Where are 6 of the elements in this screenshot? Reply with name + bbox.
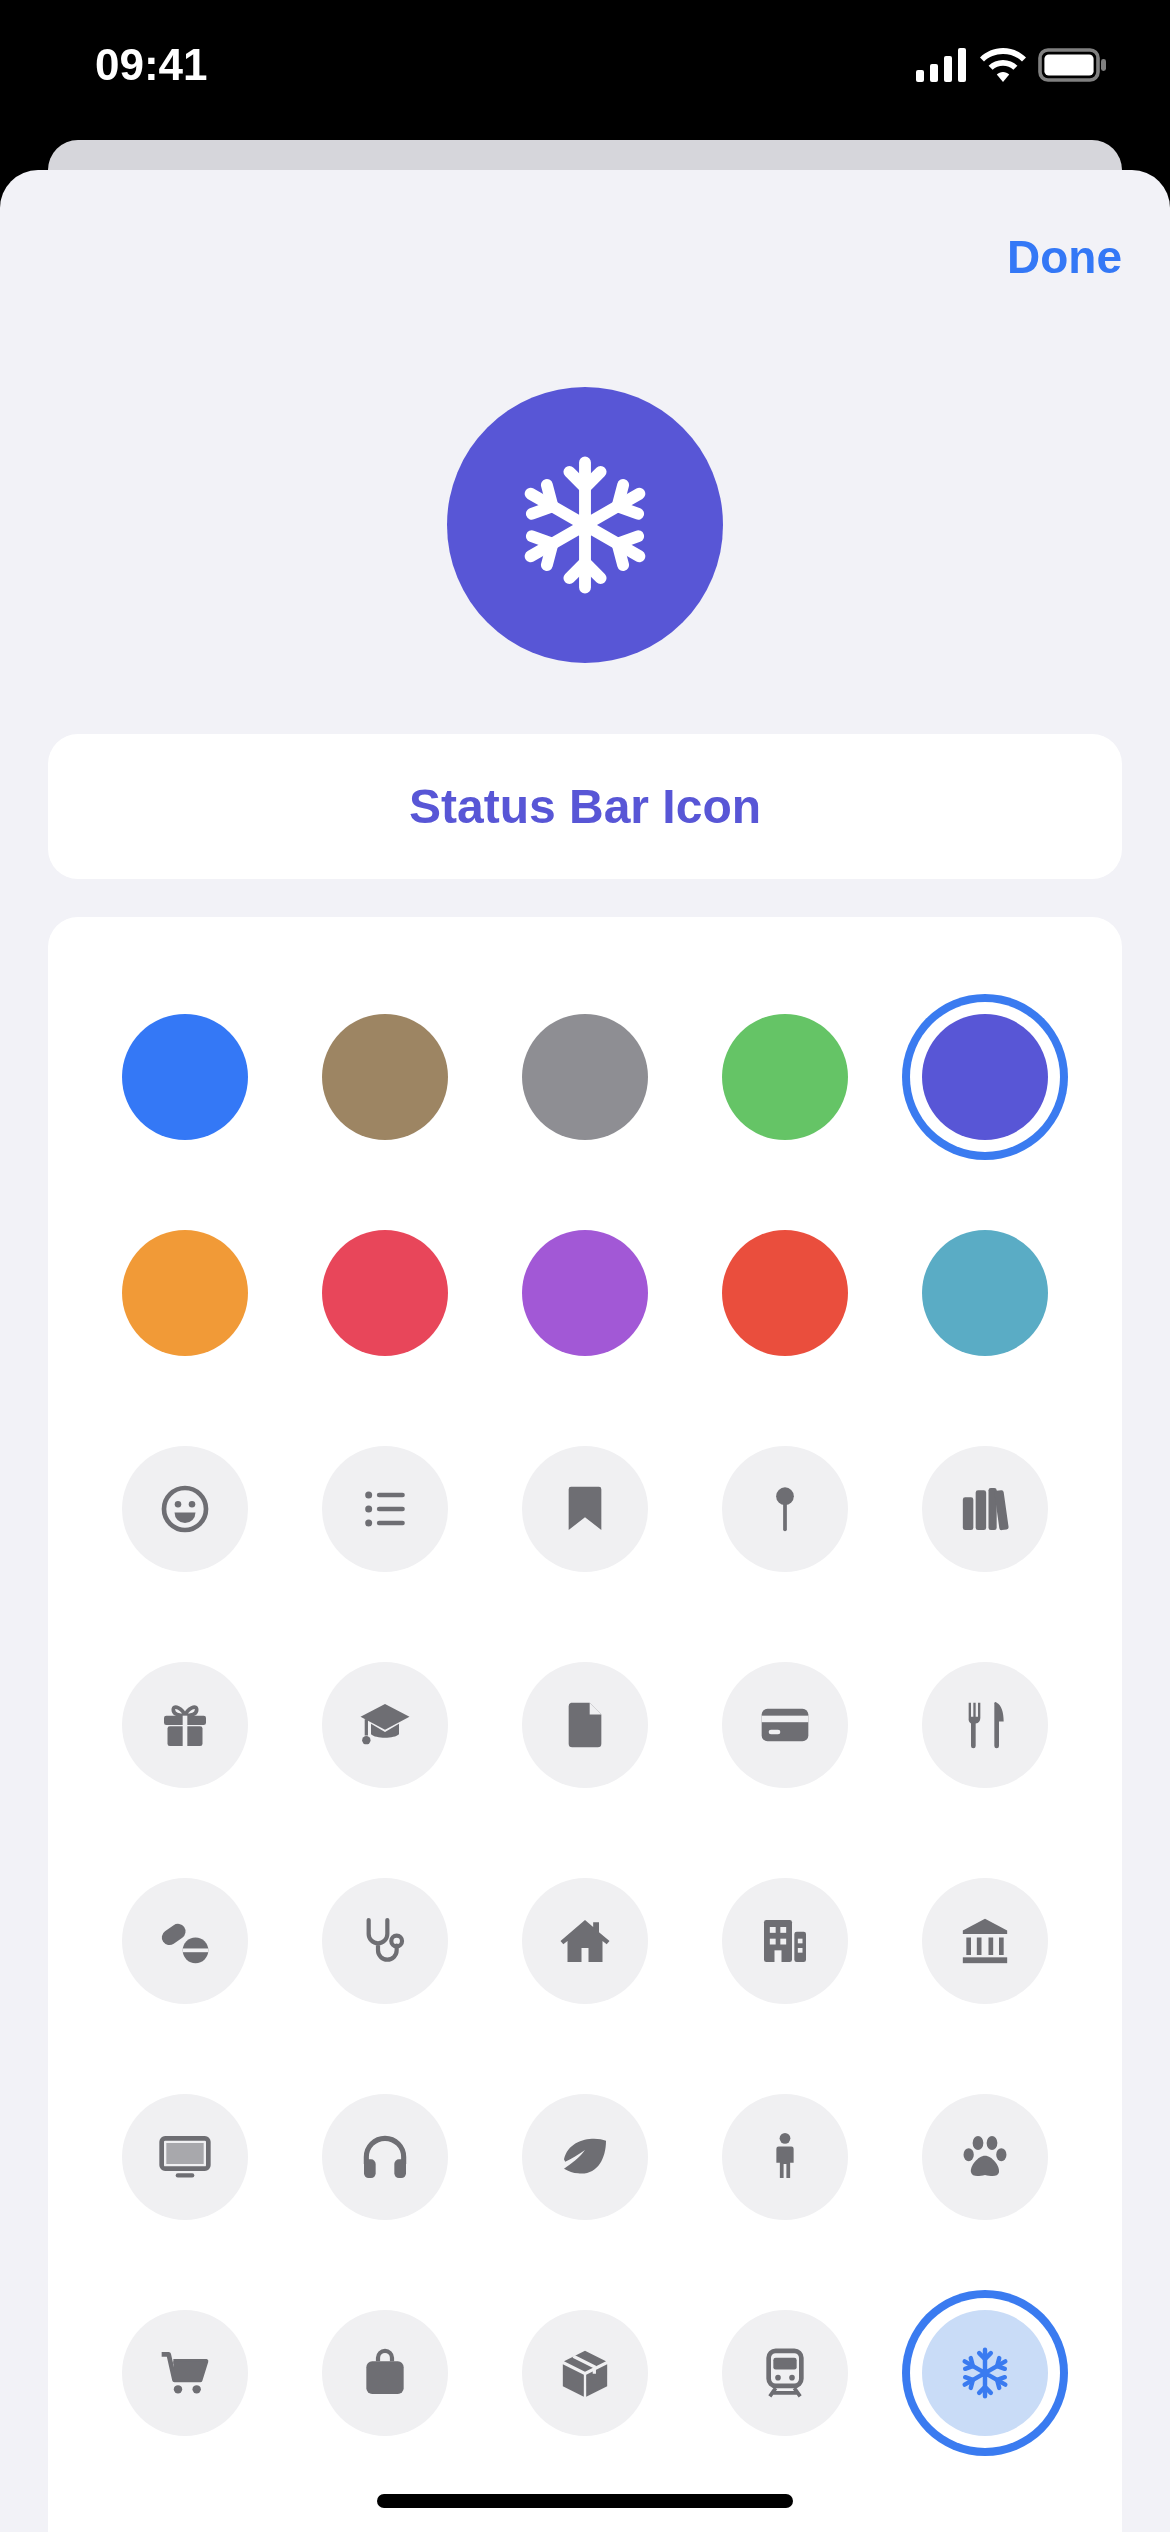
- status-time: 09:41: [95, 40, 208, 90]
- done-button[interactable]: Done: [1007, 230, 1122, 284]
- battery-icon: [1038, 48, 1108, 82]
- wifi-icon: [980, 48, 1026, 82]
- name-field[interactable]: Status Bar Icon: [48, 734, 1122, 879]
- signal-icon: [916, 48, 968, 82]
